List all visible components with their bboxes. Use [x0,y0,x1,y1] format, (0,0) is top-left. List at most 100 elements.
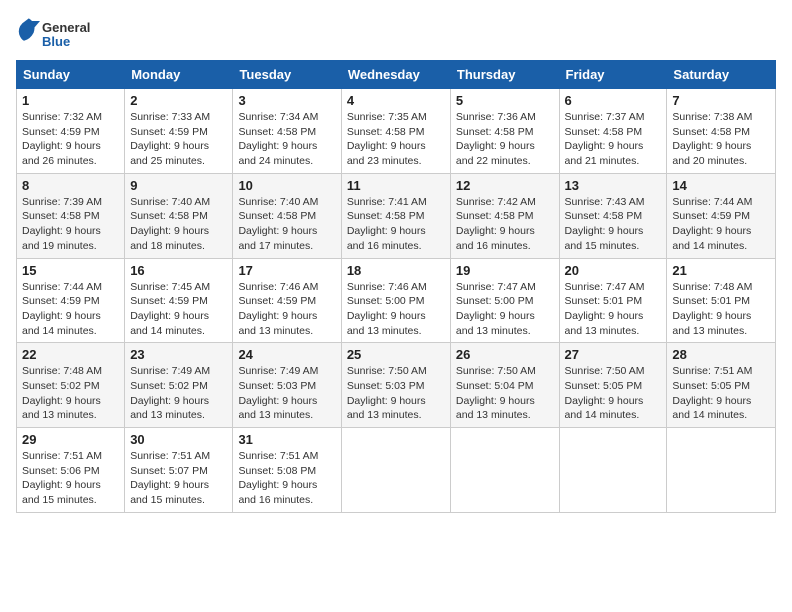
calendar-cell: 14 Sunrise: 7:44 AMSunset: 4:59 PMDaylig… [667,173,776,258]
logo-svg: General Blue [16,16,106,52]
day-detail: Sunrise: 7:46 AMSunset: 4:59 PMDaylight:… [238,281,318,337]
day-detail: Sunrise: 7:35 AMSunset: 4:58 PMDaylight:… [347,111,427,167]
logo: General Blue [16,16,106,52]
calendar-cell: 2 Sunrise: 7:33 AMSunset: 4:59 PMDayligh… [125,89,233,174]
day-detail: Sunrise: 7:51 AMSunset: 5:08 PMDaylight:… [238,450,318,506]
day-detail: Sunrise: 7:44 AMSunset: 4:59 PMDaylight:… [22,281,102,337]
day-number: 1 [22,93,119,108]
day-number: 27 [565,347,662,362]
day-detail: Sunrise: 7:41 AMSunset: 4:58 PMDaylight:… [347,196,427,252]
day-number: 3 [238,93,335,108]
column-header-tuesday: Tuesday [233,61,341,89]
calendar-cell: 23 Sunrise: 7:49 AMSunset: 5:02 PMDaylig… [125,343,233,428]
calendar-cell: 27 Sunrise: 7:50 AMSunset: 5:05 PMDaylig… [559,343,667,428]
calendar-cell: 18 Sunrise: 7:46 AMSunset: 5:00 PMDaylig… [341,258,450,343]
calendar-cell: 8 Sunrise: 7:39 AMSunset: 4:58 PMDayligh… [17,173,125,258]
day-detail: Sunrise: 7:47 AMSunset: 5:01 PMDaylight:… [565,281,645,337]
day-number: 20 [565,263,662,278]
day-detail: Sunrise: 7:51 AMSunset: 5:05 PMDaylight:… [672,365,752,421]
day-number: 13 [565,178,662,193]
day-number: 22 [22,347,119,362]
calendar-cell: 15 Sunrise: 7:44 AMSunset: 4:59 PMDaylig… [17,258,125,343]
column-header-saturday: Saturday [667,61,776,89]
calendar-cell: 31 Sunrise: 7:51 AMSunset: 5:08 PMDaylig… [233,428,341,513]
day-number: 25 [347,347,445,362]
day-number: 30 [130,432,227,447]
day-detail: Sunrise: 7:40 AMSunset: 4:58 PMDaylight:… [130,196,210,252]
calendar-week-row: 22 Sunrise: 7:48 AMSunset: 5:02 PMDaylig… [17,343,776,428]
day-number: 18 [347,263,445,278]
calendar-week-row: 15 Sunrise: 7:44 AMSunset: 4:59 PMDaylig… [17,258,776,343]
day-number: 24 [238,347,335,362]
calendar-week-row: 29 Sunrise: 7:51 AMSunset: 5:06 PMDaylig… [17,428,776,513]
calendar-cell: 19 Sunrise: 7:47 AMSunset: 5:00 PMDaylig… [450,258,559,343]
calendar-cell: 7 Sunrise: 7:38 AMSunset: 4:58 PMDayligh… [667,89,776,174]
calendar-cell: 6 Sunrise: 7:37 AMSunset: 4:58 PMDayligh… [559,89,667,174]
calendar-cell: 26 Sunrise: 7:50 AMSunset: 5:04 PMDaylig… [450,343,559,428]
calendar-week-row: 8 Sunrise: 7:39 AMSunset: 4:58 PMDayligh… [17,173,776,258]
calendar-cell: 16 Sunrise: 7:45 AMSunset: 4:59 PMDaylig… [125,258,233,343]
calendar-cell: 13 Sunrise: 7:43 AMSunset: 4:58 PMDaylig… [559,173,667,258]
calendar-cell: 21 Sunrise: 7:48 AMSunset: 5:01 PMDaylig… [667,258,776,343]
calendar-cell: 1 Sunrise: 7:32 AMSunset: 4:59 PMDayligh… [17,89,125,174]
column-header-wednesday: Wednesday [341,61,450,89]
calendar-week-row: 1 Sunrise: 7:32 AMSunset: 4:59 PMDayligh… [17,89,776,174]
day-number: 15 [22,263,119,278]
day-detail: Sunrise: 7:34 AMSunset: 4:58 PMDaylight:… [238,111,318,167]
day-number: 9 [130,178,227,193]
day-number: 14 [672,178,770,193]
calendar-cell [667,428,776,513]
calendar-cell: 9 Sunrise: 7:40 AMSunset: 4:58 PMDayligh… [125,173,233,258]
day-number: 10 [238,178,335,193]
calendar-cell [559,428,667,513]
day-number: 4 [347,93,445,108]
calendar-cell: 12 Sunrise: 7:42 AMSunset: 4:58 PMDaylig… [450,173,559,258]
calendar-cell: 30 Sunrise: 7:51 AMSunset: 5:07 PMDaylig… [125,428,233,513]
day-detail: Sunrise: 7:33 AMSunset: 4:59 PMDaylight:… [130,111,210,167]
day-detail: Sunrise: 7:50 AMSunset: 5:03 PMDaylight:… [347,365,427,421]
day-detail: Sunrise: 7:50 AMSunset: 5:05 PMDaylight:… [565,365,645,421]
day-detail: Sunrise: 7:46 AMSunset: 5:00 PMDaylight:… [347,281,427,337]
day-detail: Sunrise: 7:42 AMSunset: 4:58 PMDaylight:… [456,196,536,252]
day-number: 28 [672,347,770,362]
column-header-friday: Friday [559,61,667,89]
day-detail: Sunrise: 7:44 AMSunset: 4:59 PMDaylight:… [672,196,752,252]
day-detail: Sunrise: 7:38 AMSunset: 4:58 PMDaylight:… [672,111,752,167]
day-detail: Sunrise: 7:45 AMSunset: 4:59 PMDaylight:… [130,281,210,337]
column-header-monday: Monday [125,61,233,89]
svg-text:Blue: Blue [42,34,70,49]
day-detail: Sunrise: 7:48 AMSunset: 5:01 PMDaylight:… [672,281,752,337]
calendar-cell: 20 Sunrise: 7:47 AMSunset: 5:01 PMDaylig… [559,258,667,343]
column-header-thursday: Thursday [450,61,559,89]
day-number: 26 [456,347,554,362]
page-header: General Blue [16,16,776,52]
day-detail: Sunrise: 7:47 AMSunset: 5:00 PMDaylight:… [456,281,536,337]
calendar-cell: 28 Sunrise: 7:51 AMSunset: 5:05 PMDaylig… [667,343,776,428]
day-number: 31 [238,432,335,447]
day-detail: Sunrise: 7:49 AMSunset: 5:02 PMDaylight:… [130,365,210,421]
day-number: 12 [456,178,554,193]
calendar-cell: 25 Sunrise: 7:50 AMSunset: 5:03 PMDaylig… [341,343,450,428]
calendar-cell: 5 Sunrise: 7:36 AMSunset: 4:58 PMDayligh… [450,89,559,174]
day-detail: Sunrise: 7:37 AMSunset: 4:58 PMDaylight:… [565,111,645,167]
day-number: 21 [672,263,770,278]
calendar-cell [341,428,450,513]
day-number: 8 [22,178,119,193]
calendar-cell: 4 Sunrise: 7:35 AMSunset: 4:58 PMDayligh… [341,89,450,174]
calendar-header-row: SundayMondayTuesdayWednesdayThursdayFrid… [17,61,776,89]
day-detail: Sunrise: 7:39 AMSunset: 4:58 PMDaylight:… [22,196,102,252]
day-number: 23 [130,347,227,362]
svg-text:General: General [42,20,90,35]
calendar-cell [450,428,559,513]
day-detail: Sunrise: 7:32 AMSunset: 4:59 PMDaylight:… [22,111,102,167]
calendar-cell: 24 Sunrise: 7:49 AMSunset: 5:03 PMDaylig… [233,343,341,428]
day-number: 5 [456,93,554,108]
column-header-sunday: Sunday [17,61,125,89]
day-number: 6 [565,93,662,108]
day-detail: Sunrise: 7:51 AMSunset: 5:07 PMDaylight:… [130,450,210,506]
calendar-cell: 10 Sunrise: 7:40 AMSunset: 4:58 PMDaylig… [233,173,341,258]
day-detail: Sunrise: 7:51 AMSunset: 5:06 PMDaylight:… [22,450,102,506]
day-number: 7 [672,93,770,108]
calendar-cell: 11 Sunrise: 7:41 AMSunset: 4:58 PMDaylig… [341,173,450,258]
day-number: 16 [130,263,227,278]
